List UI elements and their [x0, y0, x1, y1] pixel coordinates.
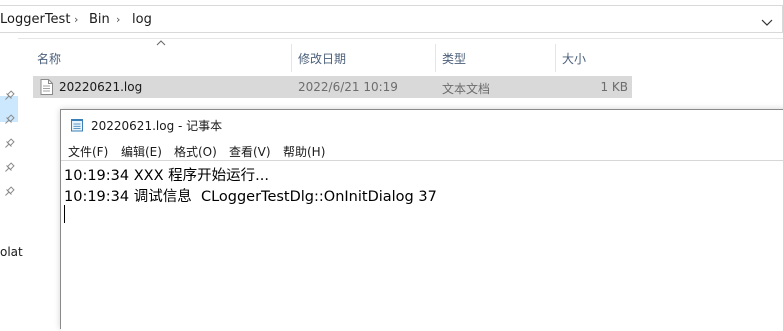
pin-icon[interactable]	[3, 90, 15, 102]
breadcrumb-separator[interactable]: ›	[116, 13, 120, 26]
notepad-text-area[interactable]: 10:19:34 XXX 程序开始运行... 10:19:34 调试信息 CLo…	[61, 160, 783, 331]
column-divider[interactable]	[555, 44, 556, 72]
notepad-title: 20220621.log - 记事本	[91, 119, 223, 133]
menu-help[interactable]: 帮助(H)	[283, 143, 325, 160]
notepad-titlebar[interactable]: 20220621.log - 记事本	[61, 110, 783, 140]
menu-view[interactable]: 查看(V)	[229, 143, 271, 160]
breadcrumb-bin[interactable]: Bin	[89, 12, 110, 27]
file-modified-date: 2022/6/21 10:19	[298, 80, 398, 94]
notepad-menubar: 文件(F) 编辑(E) 格式(O) 查看(V) 帮助(H)	[61, 140, 783, 161]
chevron-down-icon[interactable]	[760, 17, 774, 27]
column-divider[interactable]	[291, 44, 292, 72]
menu-format[interactable]: 格式(O)	[174, 143, 217, 160]
column-divider[interactable]	[435, 44, 436, 72]
address-bar: LoggerTest › Bin › log	[0, 0, 783, 39]
navigation-pane: olat	[0, 38, 23, 312]
column-header-size[interactable]: 大小	[562, 50, 586, 67]
column-header-modified[interactable]: 修改日期	[298, 50, 346, 67]
address-box[interactable]: LoggerTest › Bin › log	[0, 5, 783, 33]
sort-ascending-icon	[156, 40, 166, 46]
pin-icon[interactable]	[3, 114, 15, 126]
menu-edit[interactable]: 编辑(E)	[121, 143, 162, 160]
file-size: 1 KB	[600, 80, 628, 94]
column-header-name[interactable]: 名称	[37, 50, 61, 67]
file-name: 20220621.log	[59, 80, 143, 94]
nav-item-label[interactable]: olat	[0, 245, 23, 259]
file-row[interactable]: 20220621.log 2022/6/21 10:19 文本文档 1 KB	[33, 76, 632, 98]
file-type: 文本文档	[442, 82, 491, 96]
text-line: 10:19:34 调试信息 CLoggerTestDlg::OnInitDial…	[64, 189, 437, 205]
pin-icon[interactable]	[3, 138, 15, 150]
pin-icon[interactable]	[3, 162, 15, 174]
breadcrumb-separator[interactable]: ›	[74, 13, 78, 26]
text-file-icon	[40, 79, 53, 95]
text-line: 10:19:34 XXX 程序开始运行...	[64, 168, 269, 184]
menu-file[interactable]: 文件(F)	[68, 143, 108, 160]
pin-icon[interactable]	[3, 186, 15, 198]
notepad-icon	[71, 119, 83, 132]
notepad-window: 20220621.log - 记事本 文件(F) 编辑(E) 格式(O) 查看(…	[60, 109, 783, 331]
breadcrumb-log[interactable]: log	[132, 12, 152, 27]
text-cursor	[64, 205, 65, 223]
breadcrumb-loggertest[interactable]: LoggerTest	[0, 12, 70, 27]
column-header-type[interactable]: 类型	[442, 50, 466, 67]
